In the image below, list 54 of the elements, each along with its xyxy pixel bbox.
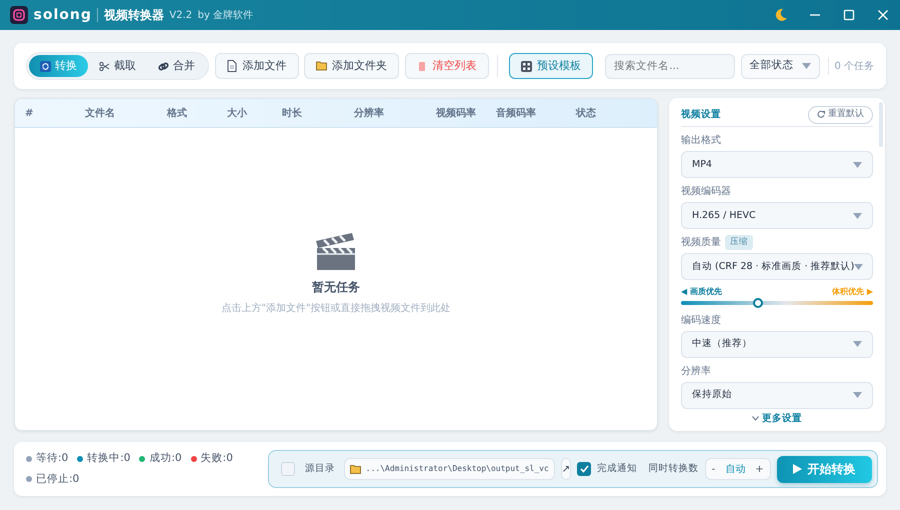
reset-defaults-button[interactable]: 重置默认 [808,106,873,124]
decrement-button[interactable]: - [712,462,716,476]
empty-state-hint: 点击上方"添加文件"按钮或直接拖拽视频文件到此处 [221,302,451,316]
field-label: 编码速度 [681,314,721,328]
slider-right-label: 体积优先 ▶ [832,286,873,298]
concurrency-label: 同时转换数 [648,462,699,476]
column-header: 状态 [576,106,597,120]
clear-list-button[interactable]: 清空列表 [404,52,488,80]
column-header: # [24,106,34,120]
field-label: 分辨率 [681,364,711,379]
settings-dropdown[interactable]: H.265 / HEVC [681,202,873,230]
window-title: 视频转换器 [104,7,164,24]
status-count: 成功:0 [149,450,182,466]
concurrency-stepper[interactable]: - 自动 + [704,458,771,480]
settings-dropdown[interactable]: 自动 (CRF 28 · 标准画质 · 推荐默认) [681,253,873,280]
settings-dropdown[interactable]: 中速（推荐） [681,330,873,358]
column-header: 音频码率 [496,106,537,120]
slider-left-label: ◀ 画质优先 [681,286,722,298]
empty-state-title: 暂无任务 [312,278,360,296]
column-header: 分辨率 [354,106,385,120]
tag-label: 压缩 [725,235,753,250]
checkbox-label: 完成通知 [597,462,638,476]
status-count: 等待:0 [36,450,68,466]
column-header: 时长 [282,106,303,120]
status-count: 已停止:0 [36,472,80,486]
column-header: 文件名 [85,106,116,120]
column-header: 视频码率 [436,106,477,120]
preset-template-button[interactable]: 预设模板 [508,52,593,80]
field-label: 视频质量 [681,236,721,250]
version-label: V2.2 [169,8,192,22]
column-header: 格式 [167,106,188,120]
mode-tab[interactable]: 截取 [88,54,147,78]
open-folder-button[interactable]: ↗ [560,458,572,480]
field-label: 视频编码器 [681,184,731,200]
output-path-field[interactable]: ...\Administrator\Desktop\output_sl_vc [344,458,555,480]
status-count: 失败:0 [200,450,233,466]
settings-section-title: 视频设置 [681,108,721,122]
vendor-label: by 金牌软件 [198,8,254,22]
app-name: solong [34,6,92,24]
more-settings-link[interactable]: 更多设置 [762,412,802,426]
status-count: 转换中:0 [87,450,130,466]
add-file-button[interactable]: 添加文件 [214,52,298,80]
status-filter-dropdown[interactable]: 全部状态 [740,54,820,78]
search-field[interactable]: 搜索文件名... [605,54,736,78]
add-folder-button[interactable]: 添加文件夹 [304,52,399,80]
stepper-value: 自动 [725,462,746,476]
settings-dropdown[interactable]: 保持原始 [681,382,873,409]
column-header: 大小 [227,106,248,120]
mode-tab[interactable]: 合并 [147,54,206,78]
checkbox-label: 源目录 [305,462,335,476]
field-label: 输出格式 [681,134,721,148]
settings-dropdown[interactable]: MP4 [681,151,873,178]
task-count: 0 个任务 [834,60,874,74]
increment-button[interactable]: + [755,462,764,476]
